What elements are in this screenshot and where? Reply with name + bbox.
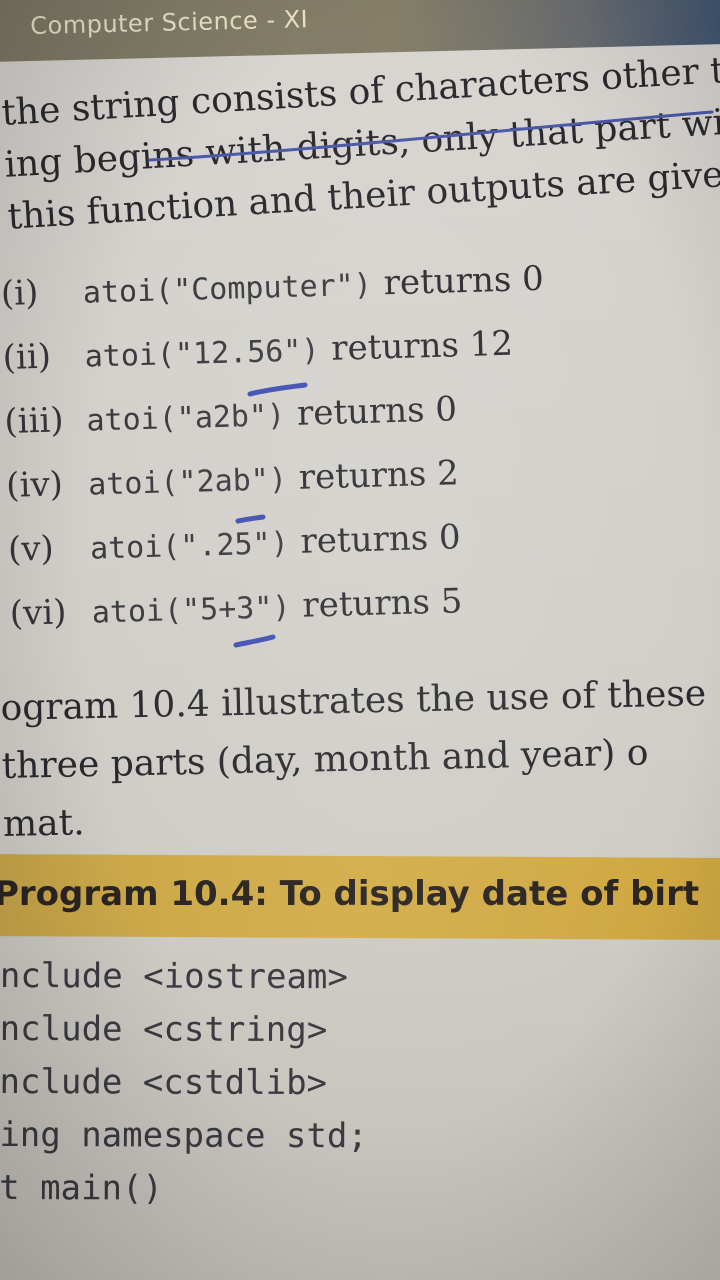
program-code-listing: nclude <iostream> nclude <cstring> nclud… (0, 950, 368, 1216)
result-text: returns 2 (298, 453, 460, 498)
result-text: returns 0 (300, 517, 462, 562)
item-number: (i) (0, 272, 39, 314)
item-number: (ii) (2, 336, 52, 378)
examples-list: (i) atoi("Computer") returns 0 (ii) atoi("1… (0, 247, 553, 646)
code-expression: atoi("Computer") (82, 267, 373, 311)
code-expression: atoi("5+3") (91, 590, 291, 631)
code-expression: atoi("2ab") (87, 462, 288, 503)
item-number: (vi) (9, 592, 67, 634)
code-line: nclude <cstdlib> (0, 1061, 328, 1104)
code-line: t main() (0, 1167, 164, 1209)
result-text: returns 5 (301, 581, 463, 626)
code-expression: atoi("a2b") (85, 398, 286, 439)
program-title: Program 10.4: To display date of birt (0, 874, 700, 914)
code-line: nclude <cstring> (0, 1008, 328, 1051)
code-expression: atoi(".25") (89, 526, 290, 567)
code-line: ing namespace std; (0, 1114, 368, 1157)
intro-paragraph: the string consists of characters other … (0, 44, 720, 244)
item-number: (v) (7, 528, 55, 570)
item-number: (iv) (5, 464, 64, 506)
example-item: (vi) atoi("5+3") returns 5 (9, 567, 554, 646)
result-text: returns 0 (296, 389, 458, 434)
code-expression: atoi("12.56") (84, 333, 320, 375)
result-text: returns 12 (330, 323, 514, 369)
result-text: returns 0 (383, 258, 545, 304)
code-line: nclude <iostream> (0, 955, 348, 998)
program-intro-paragraph: ogram 10.4 illustrates the use of these … (0, 665, 709, 854)
item-number: (iii) (3, 400, 65, 442)
